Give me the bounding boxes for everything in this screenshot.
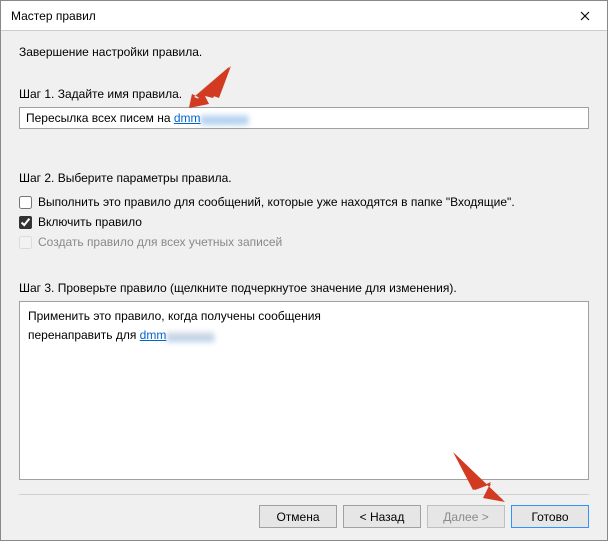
close-icon xyxy=(580,11,590,21)
rule-name-email-visible: dmm xyxy=(174,111,201,125)
rule-name-prefix: Пересылка всех писем на xyxy=(26,111,174,125)
option-label: Выполнить это правило для сообщений, кот… xyxy=(38,195,515,209)
next-button: Далее > xyxy=(427,505,505,528)
option-enable-rule[interactable]: Включить правило xyxy=(19,215,589,229)
wizard-heading: Завершение настройки правила. xyxy=(19,45,589,59)
rule-desc-line2: перенаправить для dmmxxxxxxxx xyxy=(28,326,580,345)
option-all-accounts: Создать правило для всех учетных записей xyxy=(19,235,589,249)
finish-button[interactable]: Готово xyxy=(511,505,589,528)
option-label: Создать правило для всех учетных записей xyxy=(38,235,282,249)
rule-name-email-hidden: xxxxxxxx xyxy=(201,111,249,125)
cancel-button[interactable]: Отмена xyxy=(259,505,337,528)
back-button[interactable]: < Назад xyxy=(343,505,421,528)
rule-name-input[interactable]: Пересылка всех писем на dmmxxxxxxxx xyxy=(19,107,589,129)
option-label: Включить правило xyxy=(38,215,142,229)
option-run-on-inbox[interactable]: Выполнить это правило для сообщений, кот… xyxy=(19,195,589,209)
divider xyxy=(19,494,589,495)
window-title: Мастер правил xyxy=(11,9,96,23)
step2-label: Шаг 2. Выберите параметры правила. xyxy=(19,171,589,185)
close-button[interactable] xyxy=(562,1,607,30)
checkbox-enable-rule[interactable] xyxy=(19,216,32,229)
step1-label: Шаг 1. Задайте имя правила. xyxy=(19,87,589,101)
rule-desc-email-link[interactable]: dmmxxxxxxxx xyxy=(140,328,215,342)
step3-label: Шаг 3. Проверьте правило (щелкните подче… xyxy=(19,281,589,295)
rule-desc-line1: Применить это правило, когда получены со… xyxy=(28,307,580,326)
rule-description-box[interactable]: Применить это правило, когда получены со… xyxy=(19,301,589,480)
checkbox-all-accounts xyxy=(19,236,32,249)
checkbox-run-on-inbox[interactable] xyxy=(19,196,32,209)
